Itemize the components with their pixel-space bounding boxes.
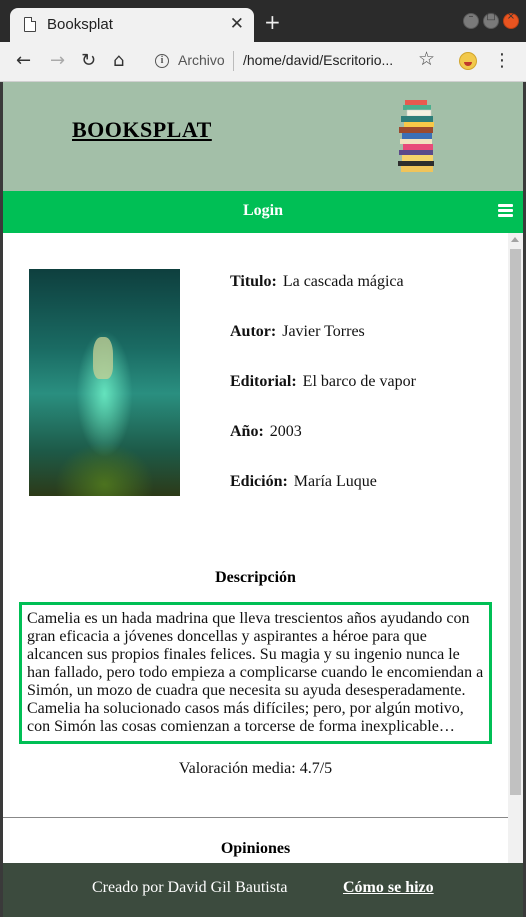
site-header: BOOKSPLAT bbox=[3, 82, 523, 191]
opinions-heading: Opiniones bbox=[220, 840, 291, 857]
field-label: Edición: bbox=[230, 473, 288, 490]
description-text: Camelia es un hada madrina que lleva tre… bbox=[19, 602, 492, 744]
field-label: Editorial: bbox=[230, 373, 297, 390]
field-label: Autor: bbox=[230, 323, 277, 340]
field-label: Titulo: bbox=[230, 273, 277, 290]
field-value: El barco de vapor bbox=[302, 373, 416, 390]
tab-title: Booksplat bbox=[47, 16, 113, 33]
bookmark-star-icon[interactable]: ☆ bbox=[418, 48, 435, 70]
url-security-label[interactable]: Archivo bbox=[178, 52, 225, 68]
field-label: Año: bbox=[230, 423, 264, 440]
browser-tab[interactable]: Booksplat ✕ bbox=[10, 8, 254, 42]
info-icon[interactable]: i bbox=[155, 54, 169, 68]
book-detail: Titulo: La cascada mágica Autor: Javier To… bbox=[3, 233, 508, 865]
field-value: Javier Torres bbox=[282, 323, 365, 340]
scroll-thumb[interactable] bbox=[510, 249, 521, 795]
login-link[interactable]: Login bbox=[3, 202, 523, 220]
scroll-up-arrow-icon[interactable] bbox=[511, 237, 519, 242]
extension-emoji-icon[interactable] bbox=[459, 52, 477, 70]
book-field-author: Autor: Javier Torres bbox=[230, 323, 365, 341]
document-icon bbox=[24, 17, 36, 32]
reload-icon[interactable]: ↻ bbox=[81, 50, 96, 71]
page-scrollbar[interactable] bbox=[508, 233, 523, 865]
books-stack-icon bbox=[398, 100, 434, 172]
footer-credit: Creado por David Gil Bautista bbox=[92, 879, 288, 896]
window-close-button[interactable]: × bbox=[503, 11, 519, 29]
field-value: La cascada mágica bbox=[282, 273, 404, 290]
book-field-year: Año: 2003 bbox=[230, 423, 302, 441]
site-footer: Creado por David Gil Bautista Cómo se hi… bbox=[3, 863, 523, 917]
back-arrow-icon[interactable]: ← bbox=[16, 50, 31, 71]
new-tab-button[interactable]: + bbox=[264, 12, 281, 32]
hamburger-menu-icon[interactable] bbox=[498, 204, 513, 217]
cover-figure bbox=[93, 337, 113, 379]
address-bar: ← → ↻ ⌂ i Archivo /home/david/Escritorio… bbox=[0, 42, 526, 82]
page-viewport: BOOKSPLAT Login Titulo: La cascada mágica bbox=[3, 82, 523, 917]
description-heading: Descripción bbox=[215, 569, 296, 586]
browser-menu-icon[interactable]: ⋮ bbox=[493, 50, 511, 71]
url-input[interactable]: /home/david/Escritorio... bbox=[243, 52, 393, 68]
browser-titlebar: Booksplat ✕ + – □ × bbox=[0, 0, 526, 42]
site-title-link[interactable]: BOOKSPLAT bbox=[72, 117, 212, 143]
window-minimize-button[interactable]: – bbox=[463, 11, 479, 29]
url-separator bbox=[233, 51, 234, 71]
book-field-edition: Edición: María Luque bbox=[230, 473, 377, 491]
book-field-title: Titulo: La cascada mágica bbox=[230, 273, 404, 291]
field-value: 2003 bbox=[269, 423, 302, 440]
home-icon[interactable]: ⌂ bbox=[113, 50, 124, 71]
average-rating: Valoración media: 4.7/5 bbox=[178, 760, 333, 777]
book-cover-image bbox=[29, 269, 180, 496]
window-maximize-button[interactable]: □ bbox=[483, 11, 499, 29]
close-tab-icon[interactable]: ✕ bbox=[230, 14, 244, 34]
main-navbar: Login bbox=[3, 191, 523, 233]
field-value: María Luque bbox=[293, 473, 377, 490]
book-field-publisher: Editorial: El barco de vapor bbox=[230, 373, 416, 391]
how-it-was-made-link[interactable]: Cómo se hizo bbox=[343, 879, 434, 897]
section-divider bbox=[3, 817, 508, 818]
forward-arrow-icon[interactable]: → bbox=[50, 50, 65, 71]
